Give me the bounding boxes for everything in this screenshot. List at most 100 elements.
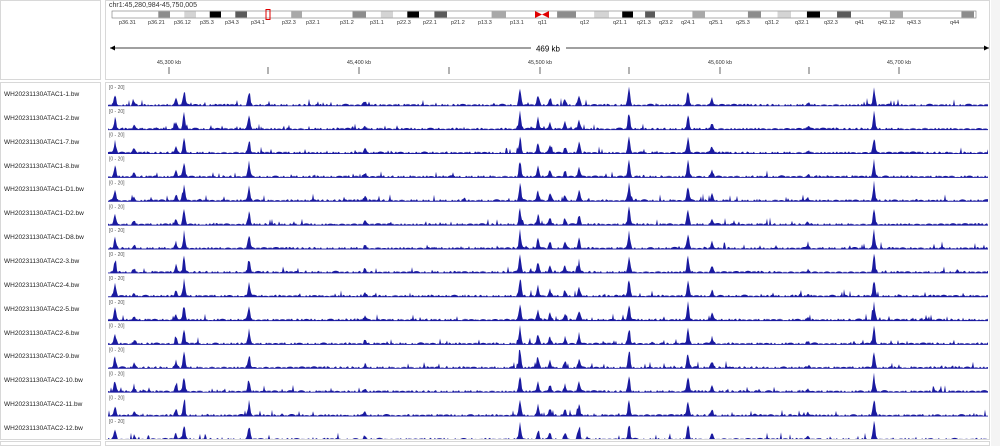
signal-area <box>108 253 988 273</box>
data-range-label: [0 - 20] <box>109 300 125 306</box>
band-label: q12 <box>580 20 589 26</box>
data-range-label: [0 - 20] <box>109 395 125 401</box>
ideogram-band <box>380 11 393 18</box>
span-arrow-left <box>110 45 115 51</box>
signal-track[interactable]: [0 - 20] <box>108 371 988 393</box>
band-label: q41 <box>855 20 864 26</box>
band-label: q44 <box>950 20 959 26</box>
left-bottom-panel <box>0 441 101 446</box>
ideogram-band <box>806 11 820 18</box>
signal-track[interactable]: [0 - 20] <box>108 324 988 345</box>
signal-track[interactable]: [0 - 20] <box>108 85 988 107</box>
ideogram-band <box>320 11 336 18</box>
track-name[interactable]: WH20231130ATAC2-5.bw <box>4 306 79 313</box>
track-name[interactable]: WH20231130ATAC2-12.bw <box>4 425 83 432</box>
data-range-label: [0 - 20] <box>109 228 125 234</box>
track-name[interactable]: WH20231130ATAC1-7.bw <box>4 139 79 146</box>
track-name[interactable]: WH20231130ATAC1-1.bw <box>4 91 79 98</box>
signal-area <box>108 86 988 106</box>
track-name[interactable]: WH20231130ATAC2-3.bw <box>4 258 79 265</box>
ideogram-band <box>863 11 874 18</box>
ideogram-band <box>407 11 419 18</box>
band-label: q21.1 <box>613 20 627 26</box>
signal-tracks[interactable]: [0 - 20] [0 - 20] [0 - 20] [0 - 20] [0 - 20]… <box>106 83 990 440</box>
data-panel[interactable]: [0 - 20] [0 - 20] [0 - 20] [0 - 20] [0 - 20]… <box>105 82 990 440</box>
data-range-label: [0 - 20] <box>109 419 125 425</box>
signal-track[interactable]: [0 - 20] <box>108 180 988 202</box>
signal-track[interactable]: [0 - 20] <box>108 133 988 154</box>
band-label: p13.1 <box>510 20 524 26</box>
span-arrow-right <box>984 45 989 51</box>
track-name[interactable]: WH20231130ATAC1-8.bw <box>4 163 79 170</box>
ideogram-ruler[interactable]: p36.31 p36.21 p36.12 p35.3 p34.3 p34.1 p32.3 p3… <box>106 1 991 81</box>
band-label: q42.12 <box>878 20 895 26</box>
band-label: q25.3 <box>736 20 750 26</box>
ideogram-band <box>719 11 732 18</box>
data-range-label: [0 - 20] <box>109 180 125 186</box>
ruler-tick-label: 45,600 kb <box>708 60 732 66</box>
ideogram-band <box>491 11 506 18</box>
signal-area <box>108 158 988 178</box>
signal-track[interactable]: [0 - 20] <box>108 228 988 250</box>
signal-track[interactable]: [0 - 20] <box>108 204 988 226</box>
ideogram-band <box>521 11 534 18</box>
band-label: p32.3 <box>282 20 296 26</box>
data-range-label: [0 - 20] <box>109 85 125 91</box>
track-name[interactable]: WH20231130ATAC1-D2.bw <box>4 210 84 217</box>
ideogram-band <box>777 11 791 18</box>
ideogram-band <box>557 11 576 18</box>
ideogram-band <box>130 11 144 18</box>
signal-area <box>108 136 988 154</box>
track-name[interactable]: WH20231130ATAC1-D8.bw <box>4 234 84 241</box>
signal-area <box>108 372 988 393</box>
band-label: q32.3 <box>824 20 838 26</box>
track-name-panel: WH20231130ATAC1-1.bw WH20231130ATAC1-2.bw… <box>0 82 101 440</box>
signal-area <box>108 349 988 369</box>
signal-area <box>108 278 988 297</box>
ideogram-band <box>158 11 170 18</box>
track-name[interactable]: WH20231130ATAC1-D1.bw <box>4 186 84 193</box>
ideogram-band <box>645 11 655 18</box>
ideogram-band <box>184 11 196 18</box>
data-range-label: [0 - 20] <box>109 109 125 115</box>
track-name[interactable]: WH20231130ATAC2-6.bw <box>4 330 79 337</box>
signal-area <box>108 206 988 226</box>
track-name[interactable]: WH20231130ATAC2-10.bw <box>4 377 83 384</box>
band-label: p31.1 <box>370 20 384 26</box>
ideogram-band <box>291 11 302 18</box>
ideogram-band <box>889 11 903 18</box>
ruler-tick-label: 45,700 kb <box>887 60 911 66</box>
band-label: q25.1 <box>709 20 723 26</box>
track-name[interactable]: WH20231130ATAC1-2.bw <box>4 115 79 122</box>
ideogram-band <box>434 11 447 18</box>
signal-track[interactable]: [0 - 20] <box>108 157 988 178</box>
band-label: p21.2 <box>451 20 465 26</box>
signal-track[interactable]: [0 - 20] <box>108 348 988 369</box>
signal-track[interactable]: [0 - 20] <box>108 419 988 440</box>
band-label: q24.1 <box>681 20 695 26</box>
signal-track[interactable]: [0 - 20] <box>108 276 988 298</box>
ideogram-band <box>747 11 761 18</box>
signal-track[interactable]: [0 - 20] <box>108 252 988 274</box>
band-label: q43.3 <box>907 20 921 26</box>
signal-track[interactable]: [0 - 20] <box>108 109 988 131</box>
ideogram-band <box>961 11 974 18</box>
signal-track[interactable]: [0 - 20] <box>108 395 988 417</box>
band-label: p22.1 <box>423 20 437 26</box>
scrollbar[interactable] <box>991 0 1000 446</box>
band-label: p22.3 <box>397 20 411 26</box>
signal-area <box>108 301 988 321</box>
data-range-label: [0 - 20] <box>109 204 125 210</box>
ruler-tick-label: 45,500 kb <box>528 60 552 66</box>
band-label: p36.12 <box>174 20 191 26</box>
band-label: p35.3 <box>200 20 214 26</box>
track-name[interactable]: WH20231130ATAC2-9.bw <box>4 353 79 360</box>
data-range-label: [0 - 20] <box>109 276 125 282</box>
signal-area <box>108 180 988 202</box>
track-name[interactable]: WH20231130ATAC2-4.bw <box>4 282 79 289</box>
ideogram-band <box>594 11 609 18</box>
data-range-label: [0 - 20] <box>109 371 125 377</box>
signal-track[interactable]: [0 - 20] <box>108 300 988 322</box>
track-name[interactable]: WH20231130ATAC2-11.bw <box>4 401 82 408</box>
band-label: p36.21 <box>148 20 165 26</box>
